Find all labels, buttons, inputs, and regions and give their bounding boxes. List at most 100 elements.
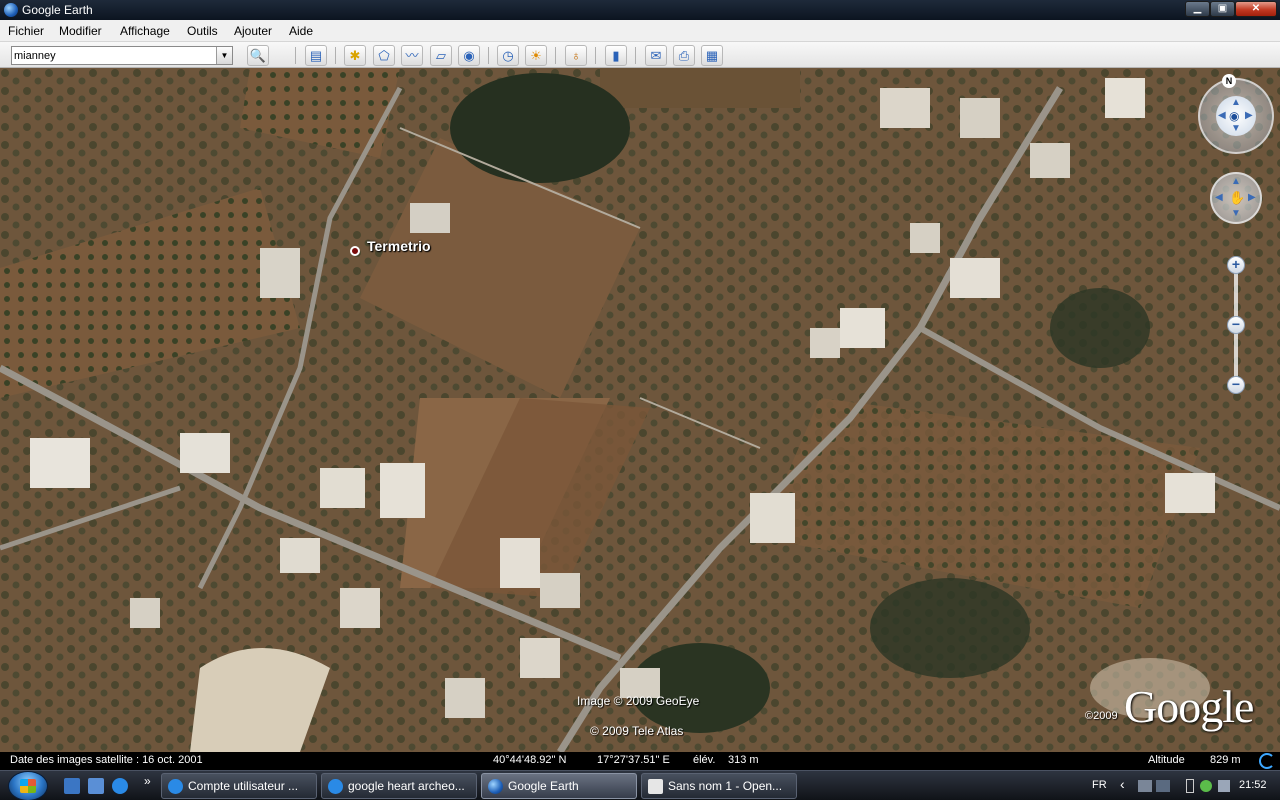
- clock-icon: ◷: [502, 48, 514, 63]
- magnifier-icon: 🔍: [249, 48, 267, 63]
- map-view[interactable]: Termetrio Image © 2009 GeoEye © 2009 Tel…: [0, 68, 1280, 752]
- chevron-left-icon[interactable]: ◀: [1215, 192, 1223, 203]
- document-icon: [648, 779, 663, 794]
- look-around-control[interactable]: ▲ ▼ ◀ ▶ ◉: [1198, 78, 1274, 154]
- elevation-value: 313 m: [728, 754, 759, 766]
- north-indicator[interactable]: N: [1222, 74, 1236, 88]
- taskbar: » Compte utilisateur ... google heart ar…: [0, 770, 1280, 800]
- system-tray: FR ‹ 21:52: [1082, 771, 1280, 800]
- add-path-button[interactable]: 〰: [401, 45, 423, 66]
- maximize-button[interactable]: ▣: [1210, 1, 1235, 17]
- close-button[interactable]: ✕: [1235, 1, 1277, 17]
- pushpin-icon: ✱: [349, 48, 361, 63]
- search-button[interactable]: 🔍: [247, 45, 269, 66]
- menu-modifier[interactable]: Modifier: [59, 24, 102, 38]
- elevation-label: élév.: [693, 754, 716, 766]
- chevron-right-icon[interactable]: ▶: [1245, 110, 1253, 121]
- add-image-overlay-button[interactable]: ▱: [430, 45, 452, 66]
- toolbar: ▼ 🔍 ▤ ✱ ⬠ 〰 ▱ ◉ ◷ ☀ ♁ ▮ ✉ ⎙ ▦: [0, 42, 1280, 68]
- menu-fichier[interactable]: Fichier: [8, 24, 44, 38]
- add-placemark-button[interactable]: ✱: [344, 45, 366, 66]
- planet-icon: ♁: [571, 48, 581, 63]
- zoom-in-button[interactable]: +: [1227, 256, 1245, 274]
- menu-affichage[interactable]: Affichage: [120, 24, 170, 38]
- envelope-icon: ✉: [650, 48, 662, 63]
- printer-icon: ⎙: [678, 48, 690, 63]
- satellite-imagery: [0, 68, 1280, 752]
- toolbar-divider: [488, 47, 489, 64]
- ruler-icon: ▮: [612, 48, 620, 63]
- overlay-icon: ▱: [436, 48, 446, 63]
- toolbar-divider: [335, 47, 336, 64]
- menu-ajouter[interactable]: Ajouter: [234, 24, 272, 38]
- map-icon: ▦: [705, 48, 719, 63]
- clock[interactable]: 21:52: [1239, 779, 1267, 791]
- chevron-down-icon[interactable]: ▼: [1231, 208, 1241, 219]
- chevron-up-icon[interactable]: ▲: [1231, 97, 1241, 108]
- task-google-earth[interactable]: Google Earth: [481, 773, 637, 799]
- search-input[interactable]: [14, 48, 214, 63]
- google-copyright-year: ©2009: [1085, 710, 1118, 722]
- ruler-button[interactable]: ▮: [605, 45, 627, 66]
- toolbar-divider: [635, 47, 636, 64]
- menu-aide[interactable]: Aide: [289, 24, 313, 38]
- zoom-out-button[interactable]: −: [1227, 376, 1245, 394]
- sunlight-button[interactable]: ☀: [525, 45, 547, 66]
- status-bar: Date des images satellite : 16 oct. 2001…: [0, 752, 1280, 770]
- task-google-heart[interactable]: google heart archeo...: [321, 773, 477, 799]
- window-title: Google Earth: [22, 3, 93, 17]
- chevron-down-icon[interactable]: ▼: [216, 47, 232, 64]
- ie-icon[interactable]: [112, 778, 128, 794]
- sun-icon: ☀: [530, 48, 542, 63]
- record-tour-button[interactable]: ◉: [458, 45, 480, 66]
- email-button[interactable]: ✉: [645, 45, 667, 66]
- task-sans-nom[interactable]: Sans nom 1 - Open...: [641, 773, 797, 799]
- search-combobox[interactable]: ▼: [11, 46, 233, 65]
- eye-icon[interactable]: ▲ ▼ ◀ ▶ ◉: [1216, 96, 1256, 136]
- zoom-slider-thumb[interactable]: −: [1227, 316, 1245, 334]
- menu-outils[interactable]: Outils: [187, 24, 218, 38]
- longitude-readout: 17°27'37.51" E: [597, 754, 670, 766]
- tray-expand-icon[interactable]: ‹: [1120, 776, 1125, 792]
- sidebar-toggle-button[interactable]: ▤: [305, 45, 327, 66]
- volume-icon[interactable]: [1218, 780, 1230, 792]
- chevron-right-icon[interactable]: ▶: [1248, 192, 1256, 203]
- battery-icon[interactable]: [1186, 779, 1194, 793]
- path-icon: 〰: [405, 48, 419, 63]
- toolbar-divider: [555, 47, 556, 64]
- historical-imagery-button[interactable]: ◷: [497, 45, 519, 66]
- switch-windows-icon[interactable]: [88, 778, 104, 794]
- tele-atlas-credit: © 2009 Tele Atlas: [590, 724, 684, 738]
- streaming-indicator-icon: [1259, 753, 1275, 769]
- move-control[interactable]: ▲ ▼ ◀ ▶ ✋: [1210, 172, 1262, 224]
- print-button[interactable]: ⎙: [673, 45, 695, 66]
- sidebar-icon: ▤: [309, 48, 323, 63]
- altitude-value: 829 m: [1210, 754, 1241, 766]
- altitude-label: Altitude: [1148, 754, 1185, 766]
- hand-icon: ✋: [1229, 190, 1246, 205]
- chevron-left-icon[interactable]: ◀: [1218, 110, 1226, 121]
- quicklaunch-overflow[interactable]: »: [144, 774, 151, 788]
- ie-icon: [168, 779, 183, 794]
- add-polygon-button[interactable]: ⬠: [373, 45, 395, 66]
- imagery-date: Date des images satellite : 16 oct. 2001: [10, 754, 203, 766]
- display-icon[interactable]: [1156, 780, 1170, 792]
- task-compte-utilisateur[interactable]: Compte utilisateur ...: [161, 773, 317, 799]
- imagery-credit: Image © 2009 GeoEye: [577, 694, 700, 708]
- chevron-down-icon[interactable]: ▼: [1231, 123, 1241, 134]
- chevron-up-icon[interactable]: ▲: [1231, 176, 1241, 187]
- placemark-label[interactable]: Termetrio: [367, 238, 431, 254]
- planets-button[interactable]: ♁: [565, 45, 587, 66]
- minimize-button[interactable]: ▁: [1185, 1, 1210, 17]
- view-in-maps-button[interactable]: ▦: [701, 45, 723, 66]
- language-indicator[interactable]: FR: [1092, 779, 1107, 791]
- start-button[interactable]: [8, 771, 48, 800]
- wifi-icon[interactable]: [1200, 780, 1212, 792]
- earth-icon: [488, 779, 503, 794]
- windows-logo-icon: [20, 779, 36, 793]
- placemark-pin[interactable]: [350, 246, 360, 256]
- network-icon[interactable]: [1138, 780, 1152, 792]
- show-desktop-icon[interactable]: [64, 778, 80, 794]
- camera-icon: ◉: [463, 48, 475, 63]
- menu-bar: Fichier Modifier Affichage Outils Ajoute…: [0, 20, 1280, 42]
